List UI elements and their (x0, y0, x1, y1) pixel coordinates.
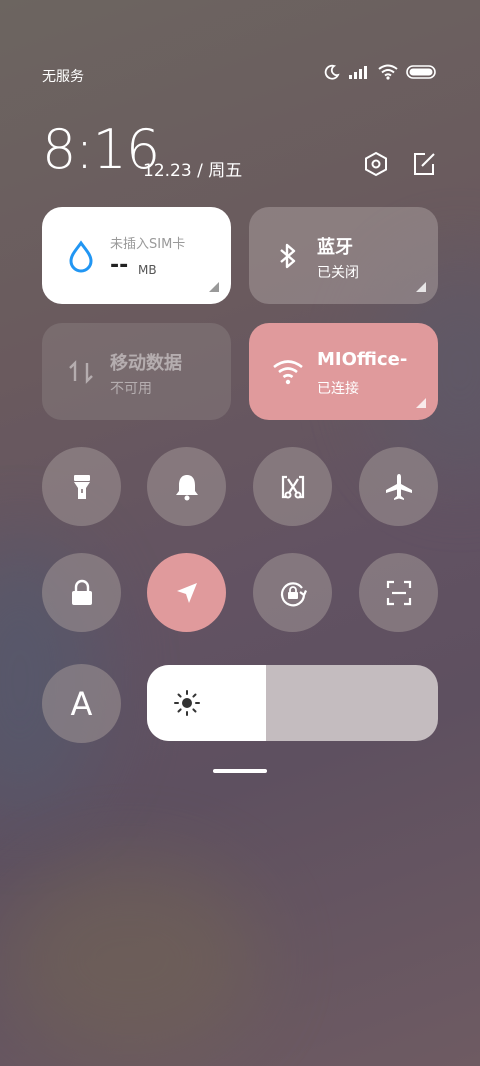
mobile-data-tile[interactable]: 移动数据 不可用 (42, 323, 231, 420)
wifi-network-name: MIOffice- (317, 349, 408, 370)
screenshot-toggle[interactable] (253, 447, 332, 526)
mobile-data-status: 不可用 (110, 381, 152, 397)
bluetooth-status: 已关闭 (317, 265, 359, 281)
mute-toggle[interactable] (147, 447, 226, 526)
signal-icon (349, 66, 367, 79)
water-drop-icon (69, 240, 93, 273)
brightness-sun-icon (174, 690, 200, 716)
wifi-status-icon (378, 64, 398, 80)
status-icons (324, 64, 436, 80)
bell-icon (175, 474, 198, 500)
bluetooth-title: 蓝牙 (317, 237, 353, 258)
sim-title: 未插入SIM卡 (110, 237, 186, 252)
wifi-icon (273, 360, 303, 385)
sim-data-tile[interactable]: 未插入SIM卡 -- MB (42, 207, 231, 304)
font-size-toggle[interactable]: A (42, 664, 121, 743)
expand-corner-icon (209, 282, 219, 292)
screen-lock-toggle[interactable] (42, 553, 121, 632)
location-icon (176, 582, 197, 603)
expand-corner-icon (416, 282, 426, 292)
flashlight-toggle[interactable] (42, 447, 121, 526)
data-transfer-icon (69, 360, 93, 384)
scanner-toggle[interactable] (359, 553, 438, 632)
scanner-icon (386, 580, 411, 605)
data-usage-unit: MB (138, 263, 157, 277)
settings-icon[interactable] (362, 150, 390, 178)
rotation-lock-toggle[interactable] (253, 553, 332, 632)
brightness-slider[interactable] (147, 665, 438, 741)
brightness-fill (147, 665, 267, 741)
home-indicator[interactable] (213, 769, 267, 773)
font-a-icon: A (70, 684, 93, 723)
expand-corner-icon (416, 398, 426, 408)
date: 12.23 / 周五 (143, 161, 243, 181)
data-usage-value: -- (110, 253, 129, 278)
bluetooth-icon (280, 243, 296, 269)
battery-icon (406, 65, 436, 79)
rotation-lock-icon (280, 581, 307, 606)
screenshot-icon (281, 475, 304, 498)
wifi-status: 已连接 (317, 381, 359, 397)
do-not-disturb-icon (324, 64, 340, 80)
carrier-status: 无服务 (42, 69, 84, 85)
airplane-mode-toggle[interactable] (359, 447, 438, 526)
location-toggle[interactable] (147, 553, 226, 632)
airplane-icon (385, 473, 412, 500)
bluetooth-tile[interactable]: 蓝牙 已关闭 (249, 207, 438, 304)
edit-icon[interactable] (410, 150, 438, 178)
clock: 8:16 (42, 118, 160, 181)
lock-icon (71, 579, 92, 605)
flashlight-icon (73, 474, 90, 499)
wifi-tile[interactable]: MIOffice- 已连接 (249, 323, 438, 420)
mobile-data-title: 移动数据 (110, 353, 182, 374)
